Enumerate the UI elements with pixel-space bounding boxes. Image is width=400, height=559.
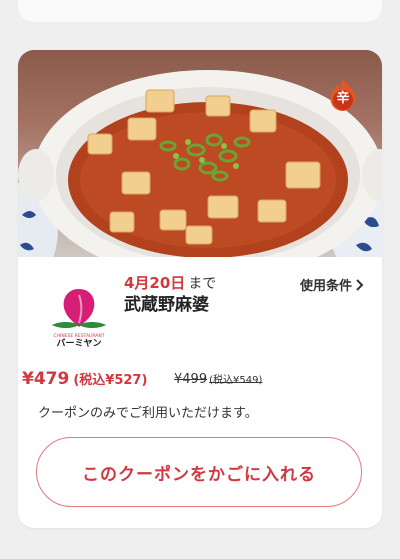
logo-brand-text: バーミヤン [56, 338, 101, 347]
usage-conditions-label: 使用条件 [299, 279, 352, 294]
peach-logo-icon: CHINESE RESTAURANT バーミヤン [52, 289, 106, 349]
usage-note: クーポンのみでご利用いただけます。 [38, 406, 258, 421]
coupon-card: 辛 CHINESE RESTAURANT バーミヤン 4月20日 まで 使用条件 … [18, 50, 382, 528]
old-price-tax: (税込¥549) [209, 375, 263, 386]
usage-conditions-link[interactable]: 使用条件 [300, 275, 364, 294]
product-photo: 辛 [18, 50, 382, 257]
original-price: ¥499 (税込¥549) [174, 371, 262, 387]
chevron-right-icon [356, 278, 364, 291]
spicy-label: 辛 [336, 90, 350, 106]
previous-card-edge [18, 0, 382, 22]
price-value: ¥479 [22, 369, 70, 389]
spicy-badge: 辛 [328, 78, 358, 111]
old-price-value: ¥499 [174, 372, 208, 387]
product-name: 武蔵野麻婆 [124, 295, 209, 315]
brand-logo: CHINESE RESTAURANT バーミヤン [48, 287, 110, 349]
add-coupon-to-cart-button[interactable]: このクーポンをかごに入れる [36, 437, 362, 507]
price-tax: (税込¥527) [73, 373, 148, 388]
coupon-price: ¥479 (税込¥527) [22, 369, 147, 389]
